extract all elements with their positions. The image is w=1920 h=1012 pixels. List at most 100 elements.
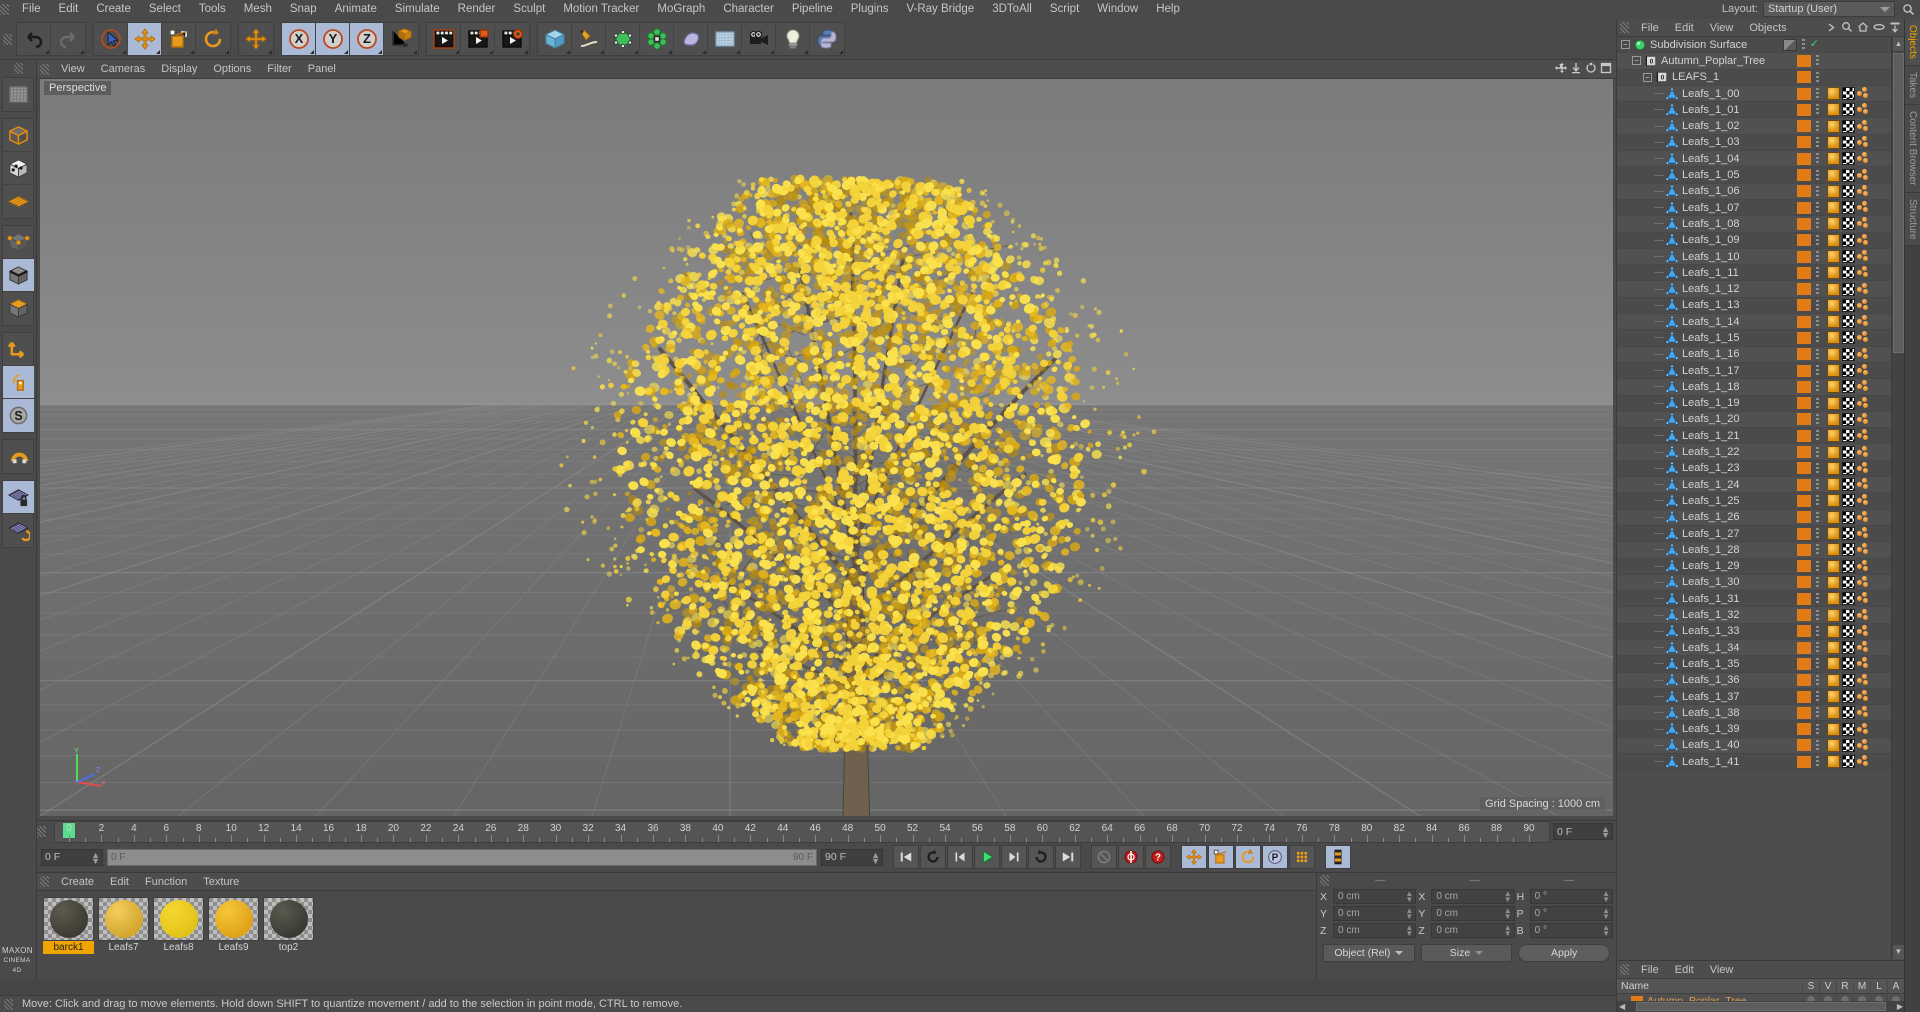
polygon-object-icon[interactable] [1665, 510, 1679, 524]
object-row[interactable]: — Leafs_1_17 [1617, 362, 1905, 380]
layer-color-swatch[interactable] [1797, 87, 1811, 100]
layer-color-swatch[interactable] [1797, 641, 1811, 654]
polygon-object-icon[interactable] [1665, 168, 1679, 182]
visibility-dots-icon[interactable] [1816, 136, 1819, 148]
flyout-corner-icon[interactable] [634, 50, 638, 54]
x-axis-icon[interactable]: X [282, 23, 316, 55]
object-row[interactable]: −0 LEAFS_1 [1617, 69, 1905, 86]
scroll-up-arrow[interactable]: ▲ [1893, 37, 1904, 51]
object-menu-objects[interactable]: Objects [1741, 19, 1794, 37]
uvw-tag-icon[interactable] [1842, 657, 1855, 671]
layer-column-name[interactable]: Name [1617, 980, 1802, 992]
object-name[interactable]: Leafs_1_22 [1682, 446, 1740, 458]
visibility-dots-icon[interactable] [1816, 153, 1819, 165]
uvw-tag-icon[interactable] [1842, 673, 1855, 687]
y-axis-icon[interactable]: Y [316, 23, 350, 55]
menu-item-plugins[interactable]: Plugins [842, 0, 898, 19]
flyout-corner-icon[interactable] [600, 50, 604, 54]
polygon-object-icon[interactable] [1665, 429, 1679, 443]
expand-icon[interactable] [1889, 21, 1901, 33]
workplane-mode-icon[interactable] [3, 185, 34, 218]
uvw-tag-icon[interactable] [1842, 135, 1855, 149]
material-tag-icon[interactable] [1827, 592, 1840, 606]
object-row[interactable]: — Leafs_1_29 [1617, 558, 1905, 575]
viewport-menu-options[interactable]: Options [205, 60, 259, 78]
flyout-corner-icon[interactable] [45, 50, 49, 54]
material-tag-icon[interactable] [1827, 168, 1840, 182]
object-manager-grip[interactable] [1620, 22, 1629, 33]
selection-tag-icon[interactable] [1857, 250, 1869, 263]
material-name[interactable]: Leafs9 [208, 941, 259, 954]
layer-color-swatch[interactable] [1797, 609, 1811, 622]
material-tag-icon[interactable] [1827, 755, 1840, 769]
material-tag-icon[interactable] [1827, 184, 1840, 198]
uvw-tag-icon[interactable] [1842, 575, 1855, 589]
step-forward-icon[interactable] [1001, 845, 1027, 869]
vertical-tab-objects[interactable]: Objects [1905, 19, 1920, 66]
uvw-tag-icon[interactable] [1842, 429, 1855, 443]
object-menu-file[interactable]: File [1633, 19, 1667, 37]
selection-tag-icon[interactable] [1857, 103, 1869, 116]
object-row[interactable]: — Leafs_1_02 [1617, 118, 1905, 135]
material-tag-icon[interactable] [1827, 282, 1840, 296]
polygon-object-icon[interactable] [1665, 478, 1679, 492]
vertical-tab-structure[interactable]: Structure [1905, 192, 1920, 247]
object-name[interactable]: Leafs_1_01 [1682, 104, 1740, 116]
more-icon[interactable] [1826, 22, 1837, 33]
object-row[interactable]: — Leafs_1_14 [1617, 314, 1905, 331]
object-row[interactable]: — Leafs_1_41 [1617, 754, 1905, 771]
visibility-dots-icon[interactable] [1816, 267, 1819, 279]
z-axis-icon[interactable]: Z [350, 23, 384, 55]
object-row[interactable]: — Leafs_1_36 [1617, 672, 1905, 689]
polygon-object-icon[interactable] [1665, 347, 1679, 361]
stepper-icon[interactable]: ▲ ▼ [871, 850, 880, 865]
object-name[interactable]: Leafs_1_14 [1682, 316, 1740, 328]
material-preview[interactable] [98, 897, 149, 941]
object-name[interactable]: Leafs_1_36 [1682, 674, 1740, 686]
selection-tag-icon[interactable] [1857, 396, 1869, 410]
timeline-grip[interactable] [37, 826, 46, 837]
object-row[interactable]: — Leafs_1_28 [1617, 542, 1905, 559]
link-icon[interactable] [1873, 21, 1885, 33]
uvw-tag-icon[interactable] [1842, 184, 1855, 198]
viewport-menu-display[interactable]: Display [153, 60, 205, 78]
layer-color-swatch[interactable] [1797, 755, 1811, 768]
polygon-object-icon[interactable] [1665, 250, 1679, 264]
visibility-dots-icon[interactable] [1816, 55, 1819, 67]
flyout-corner-icon[interactable] [455, 50, 459, 54]
menu-item-tools[interactable]: Tools [190, 0, 235, 19]
material-tag-icon[interactable] [1827, 445, 1840, 459]
selection-tag-icon[interactable] [1857, 608, 1869, 622]
stepper-icon[interactable]: ▲ ▼ [1504, 890, 1512, 904]
menu-item-edit[interactable]: Edit [50, 0, 88, 19]
visibility-dots-icon[interactable] [1816, 381, 1819, 393]
object-name[interactable]: Leafs_1_11 [1682, 267, 1739, 279]
object-name[interactable]: Leafs_1_12 [1682, 283, 1740, 295]
object-row[interactable]: — Leafs_1_19 [1617, 395, 1905, 412]
stepper-icon[interactable]: ▲ ▼ [1405, 907, 1413, 921]
selection-tag-icon[interactable] [1857, 722, 1869, 736]
visibility-dots-icon[interactable] [1801, 39, 1805, 51]
material-name[interactable]: barck1 [43, 941, 94, 954]
stepper-icon[interactable]: ▲ ▼ [1405, 924, 1413, 938]
layer-column-r[interactable]: R [1836, 980, 1853, 992]
menu-item-animate[interactable]: Animate [326, 0, 386, 19]
visibility-dots-icon[interactable] [1816, 202, 1819, 214]
uvw-tag-icon[interactable] [1842, 722, 1855, 736]
visibility-dots-icon[interactable] [1816, 625, 1819, 637]
material-tag-icon[interactable] [1827, 461, 1840, 475]
uvw-tag-icon[interactable] [1842, 412, 1855, 426]
material-tag-icon[interactable] [1827, 559, 1840, 573]
viewport-menu-panel[interactable]: Panel [300, 60, 344, 78]
visibility-dots-icon[interactable] [1816, 169, 1819, 181]
selection-tag-icon[interactable] [1857, 233, 1869, 247]
menu-item-select[interactable]: Select [140, 0, 190, 19]
object-row[interactable]: — Leafs_1_21 [1617, 428, 1905, 445]
layer-color-swatch[interactable] [1797, 494, 1811, 507]
polygon-object-icon[interactable] [1665, 755, 1679, 769]
null-object-icon[interactable]: 0 [1644, 54, 1658, 68]
object-name[interactable]: Leafs_1_28 [1682, 544, 1740, 556]
material-tag-icon[interactable] [1827, 429, 1840, 443]
preview-end-field[interactable]: 90 F ▲ ▼ [821, 848, 883, 866]
polygon-object-icon[interactable] [1665, 119, 1679, 133]
